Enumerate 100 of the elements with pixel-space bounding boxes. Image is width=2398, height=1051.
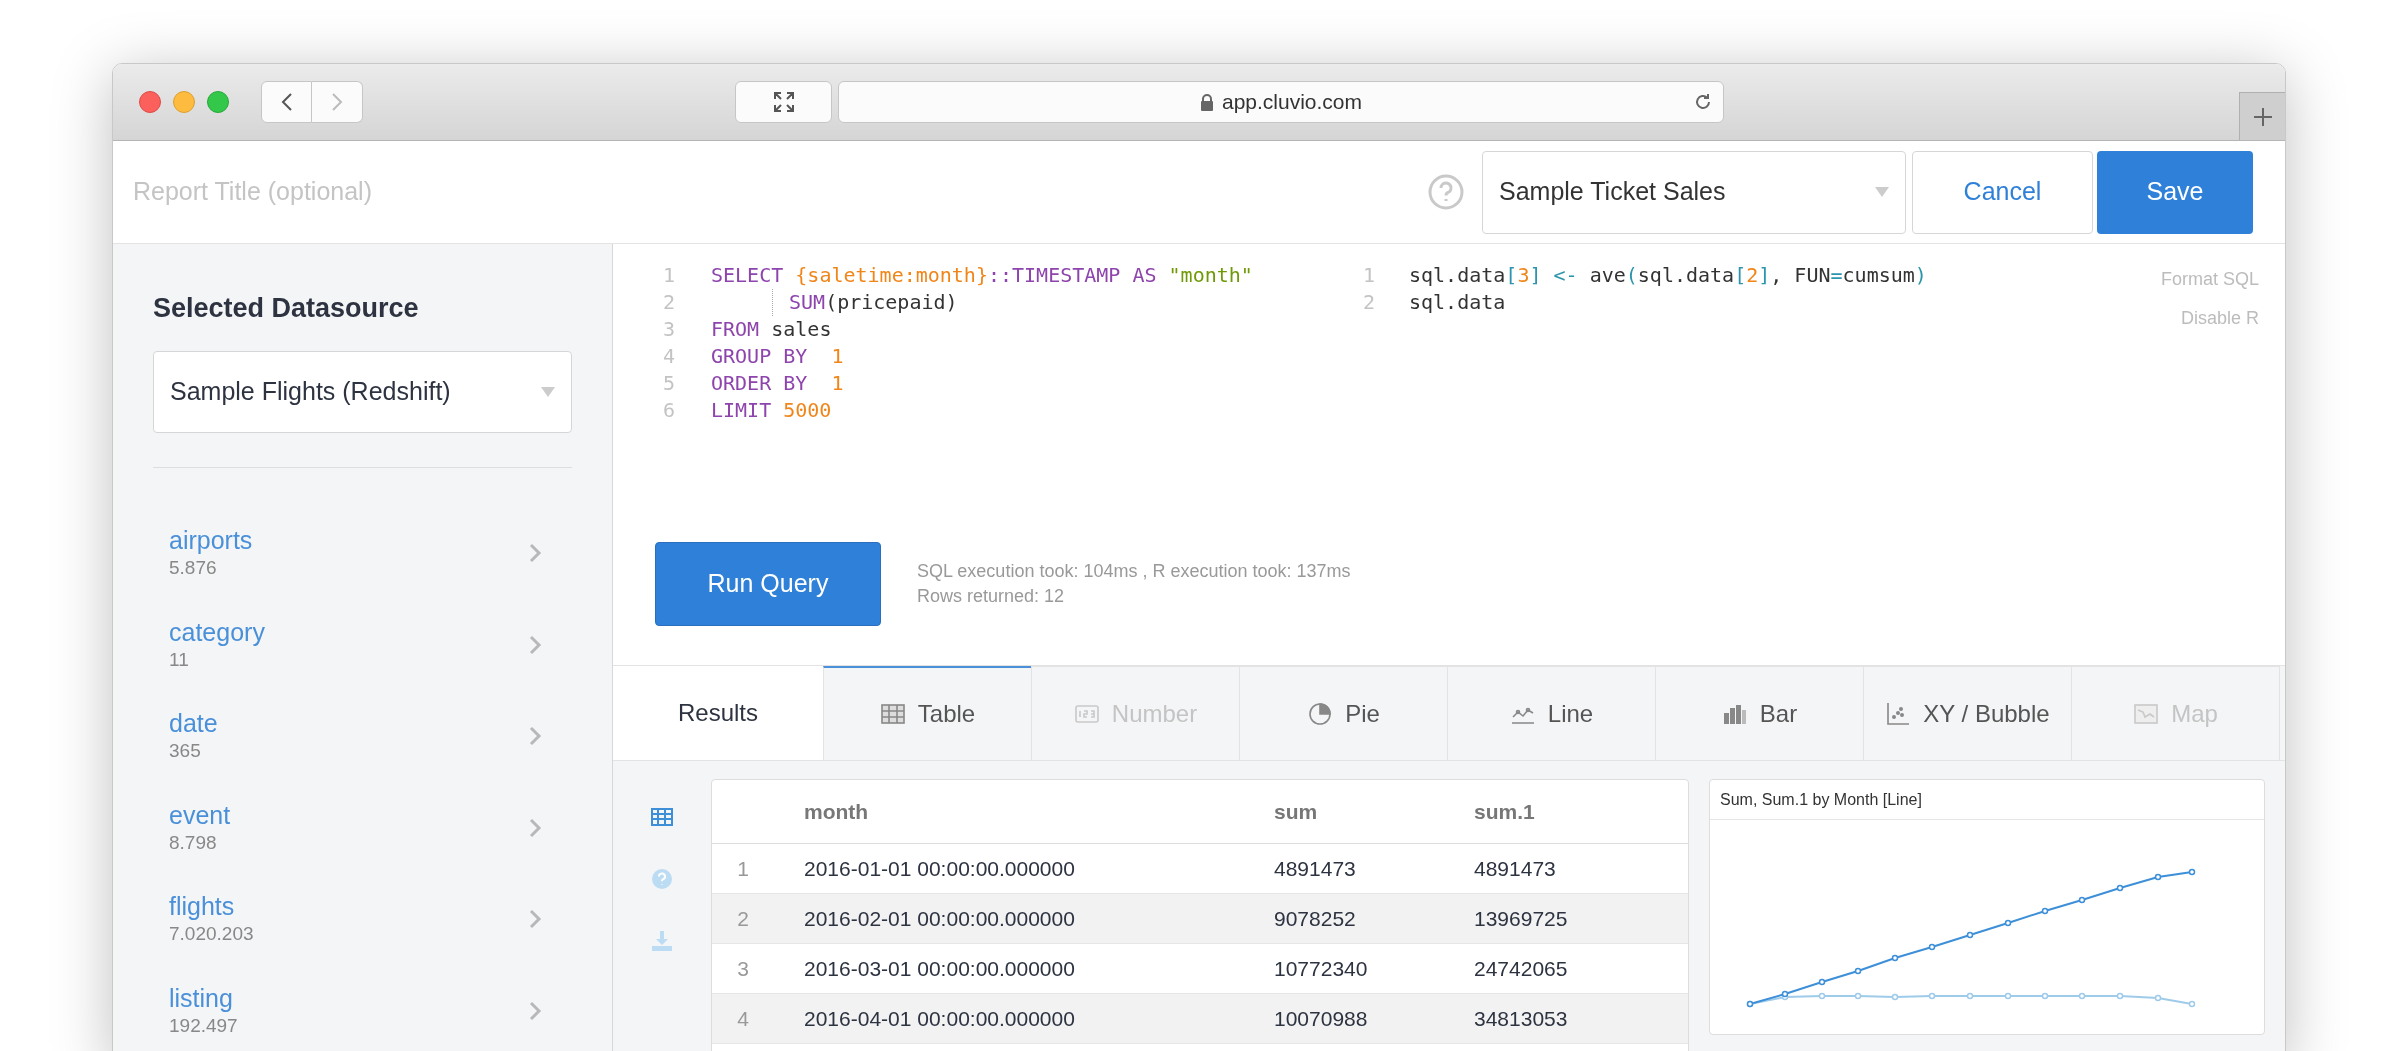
minimize-button[interactable]: [173, 91, 195, 113]
fullscreen-button[interactable]: [735, 81, 832, 123]
back-button[interactable]: [261, 81, 312, 123]
code-line: sql.data[3] <- ave(sql.data[2], FUN=cumsum): [1409, 262, 1927, 289]
row-number: 3: [736, 955, 750, 982]
row-count: 365: [169, 739, 202, 764]
results-label: Results: [677, 698, 759, 728]
data-point: [1966, 992, 1974, 1000]
datasource-select[interactable]: Sample Flights (Redshift): [153, 350, 572, 433]
data-point: [2004, 992, 2012, 1000]
new-tab-button[interactable]: [2239, 92, 2285, 140]
row-count: 8.798: [169, 830, 218, 855]
column-header: sum: [1274, 798, 1319, 825]
address-bar[interactable]: app.cluvio.com: [838, 81, 1724, 123]
data-point: [2116, 884, 2124, 892]
code-line: SELECT {saletime:month}::TIMESTAMP AS "month": [710, 262, 1253, 289]
data-point: [2188, 868, 2196, 876]
table-cell-text: 2016-03-01 00:00:00.000000: [804, 955, 1076, 982]
table-name: event: [169, 799, 231, 830]
chevron-right-icon: [528, 816, 542, 839]
table-list-item[interactable]: flights 7.020.203: [153, 873, 572, 965]
data-point: [2041, 992, 2049, 1000]
table-cell-text: 2016-02-01 00:00:00.000000: [804, 905, 1076, 932]
expand-icon: [772, 91, 795, 113]
cancel-button[interactable]: Cancel: [1912, 150, 2093, 234]
visualization-tab[interactable]: XY / Bubble: [1863, 666, 2071, 760]
data-point: [2004, 919, 2012, 927]
data-point: [1891, 993, 1899, 1001]
table-cell-text: 34813053: [1474, 1005, 1568, 1032]
line-number: 2: [1363, 289, 1377, 316]
table-name: flights: [169, 891, 236, 922]
data-point: [1966, 931, 1974, 939]
help-icon[interactable]: [1428, 174, 1464, 210]
chevron-right-icon: [528, 542, 542, 565]
table-cell-text: 4891473: [1474, 855, 1556, 882]
report-select[interactable]: Sample Ticket Sales: [1482, 150, 1906, 234]
table-cell-text: 2016-04-01 00:00:00.000000: [804, 1005, 1076, 1032]
row-number: 1: [736, 855, 750, 882]
url-text: app.cluvio.com: [1221, 89, 1363, 116]
dropdown-caret-icon: [1875, 187, 1889, 197]
table-cell-text: 10772340: [1274, 955, 1369, 982]
table-cell-text: 4891473: [1274, 855, 1357, 882]
report-title-field[interactable]: Report Title (optional): [133, 173, 733, 211]
row-count: 7.020.203: [169, 922, 254, 947]
reload-icon[interactable]: [1693, 92, 1713, 112]
code-line: GROUP BY 1: [710, 343, 844, 370]
code-line: ORDER BY 1: [710, 370, 844, 397]
table-list-item[interactable]: category 11: [153, 599, 572, 691]
table-list-item[interactable]: listing 192.497: [153, 965, 572, 1051]
data-point: [2078, 896, 2086, 904]
table-list-item[interactable]: airports 5.876: [153, 507, 572, 599]
table-cell-text: 24742065: [1474, 955, 1568, 982]
row-count: 192.497: [169, 1013, 238, 1038]
close-button[interactable]: [139, 91, 161, 113]
table-name: listing: [169, 982, 234, 1013]
data-point: [1854, 967, 1862, 975]
chevron-left-icon: [280, 92, 293, 112]
run-query-button[interactable]: Run Query: [655, 542, 881, 626]
row-number: 4: [736, 1005, 750, 1032]
table-cell-text: 10070988: [1274, 1005, 1369, 1032]
table-name: date: [169, 708, 218, 739]
maximize-button[interactable]: [207, 91, 229, 113]
table-list-item[interactable]: date 365: [153, 690, 572, 782]
table-icon: [879, 701, 906, 727]
data-point: [2116, 992, 2124, 1000]
chevron-right-icon: [331, 92, 343, 112]
chevron-right-icon: [528, 908, 542, 931]
table-view-icon[interactable]: [650, 805, 674, 829]
table-list-item[interactable]: event 8.798: [153, 782, 572, 874]
table-name: category: [169, 616, 265, 647]
code-line: sql.data: [1409, 289, 1506, 316]
dropdown-caret-icon: [541, 386, 555, 397]
r-editor[interactable]: 1 sql.data[3] <- ave(sql.data[2], FUN=cumsum) 2 sql.data: [1363, 262, 2003, 524]
chevron-right-icon: [528, 633, 542, 656]
sql-editor[interactable]: 1 SELECT {saletime:month}::TIMESTAMP AS "month" 2 SUM(pricepaid) 3 FROM sales 4 GROUP BY 1 5 ORDER BY 1 6 LIMIT 5000: [613, 262, 1363, 524]
row-count: 5.876: [169, 556, 218, 581]
execution-stats: SQL execution took: 104ms , R execution took: 137ms: [917, 560, 1351, 583]
execution-stats: Rows returned: 12: [917, 585, 1066, 608]
chart-title: Sum, Sum.1 by Month [Line]: [1710, 780, 2264, 820]
visualization-tab[interactable]: Pie: [1239, 666, 1447, 760]
data-point: [1854, 992, 1862, 1000]
line-number: 5: [663, 370, 677, 397]
row-number: 2: [736, 905, 750, 932]
table-cell-text: 2016-01-01 00:00:00.000000: [804, 855, 1076, 882]
chevron-right-icon: [528, 725, 542, 748]
data-point: [2154, 873, 2162, 881]
data-point: [1928, 992, 1936, 1000]
code-line: LIMIT 5000: [710, 397, 832, 424]
visualization-tab[interactable]: Table: [823, 666, 1031, 760]
data-point: [2188, 1000, 2196, 1008]
line-number: 3: [663, 316, 677, 343]
row-count: 11: [169, 647, 190, 672]
visualization-tab[interactable]: Bar: [1655, 666, 1863, 760]
sidebar-heading: Selected Datasource: [153, 292, 420, 325]
code-line: SUM(pricepaid): [703, 289, 958, 316]
save-button[interactable]: Save: [2097, 150, 2253, 234]
data-point: [1818, 978, 1826, 986]
data-point: [2078, 992, 2086, 1000]
line-number: 1: [663, 262, 677, 289]
visualization-tab[interactable]: Line: [1447, 666, 1655, 760]
